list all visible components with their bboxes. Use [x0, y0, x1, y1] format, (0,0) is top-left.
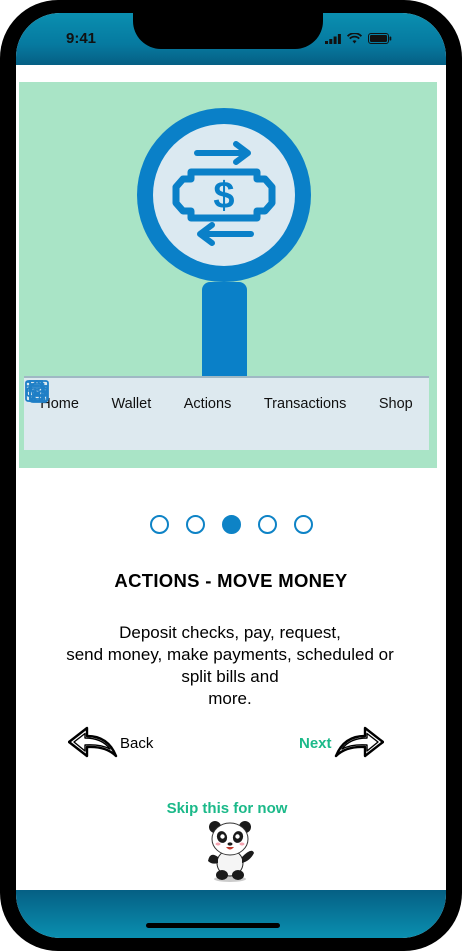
- status-icons: [325, 33, 392, 44]
- svg-text:$: $: [213, 175, 234, 217]
- screen: 9:41 $ Home Wallet $ Actions Transaction…: [16, 13, 446, 938]
- battery-icon: [368, 33, 392, 44]
- phone-frame: 9:41 $ Home Wallet $ Actions Transaction…: [0, 0, 462, 951]
- onboarding-content: $ Home Wallet $ Actions Transactions Sho…: [16, 65, 446, 890]
- back-button[interactable]: Back: [68, 726, 153, 760]
- next-button-label: Next: [299, 734, 332, 752]
- signal-icon: [325, 33, 341, 44]
- notch: [133, 13, 323, 49]
- description-line: more.: [208, 689, 252, 708]
- home-bar-area: [16, 890, 446, 938]
- status-bar: 9:41: [16, 13, 446, 65]
- tab-transactions: Transactions: [29, 378, 347, 412]
- pager-dot-2[interactable]: [185, 515, 205, 534]
- tab-wallet: Wallet: [25, 378, 152, 412]
- tab-actions-label: Actions: [183, 396, 232, 412]
- page-title: ACTIONS - MOVE MONEY: [114, 570, 348, 591]
- pager-dot-1[interactable]: [149, 515, 169, 534]
- back-button-label: Back: [120, 734, 154, 752]
- pager-dot-3-active[interactable]: [221, 515, 241, 534]
- magnifier-money-exchange-icon: $: [137, 108, 311, 382]
- description-line: Deposit checks, pay, request,: [119, 623, 341, 642]
- tab-shop-label: Shop: [378, 396, 413, 412]
- tab-wallet-label: Wallet: [111, 396, 152, 412]
- panda-mascot-icon: [208, 821, 254, 882]
- tab-transactions-label: Transactions: [263, 396, 347, 412]
- home-indicator[interactable]: [146, 923, 280, 928]
- status-time: 9:41: [66, 30, 97, 47]
- description-line: send money, make payments, scheduled or: [66, 645, 394, 664]
- pager-dots: [16, 515, 446, 534]
- curved-arrow-right-icon: [334, 726, 384, 758]
- skip-link[interactable]: Skip this for now: [16, 800, 438, 817]
- page-description: Deposit checks, pay, request, send money…: [20, 622, 440, 710]
- pager-dot-5[interactable]: [293, 515, 313, 534]
- cart-icon: [26, 381, 49, 403]
- next-button[interactable]: Next: [299, 726, 384, 760]
- wifi-icon: [347, 33, 362, 44]
- pager-dot-4[interactable]: [257, 515, 277, 534]
- preview-tab-bar: Home Wallet $ Actions Transactions Shop: [24, 376, 429, 450]
- hero-illustration: $ Home Wallet $ Actions Transactions Sho…: [19, 82, 437, 468]
- tab-actions: $ Actions: [26, 378, 232, 412]
- curved-arrow-left-icon: [68, 726, 118, 758]
- description-line: split bills and: [181, 667, 279, 686]
- tab-shop: Shop: [26, 378, 413, 412]
